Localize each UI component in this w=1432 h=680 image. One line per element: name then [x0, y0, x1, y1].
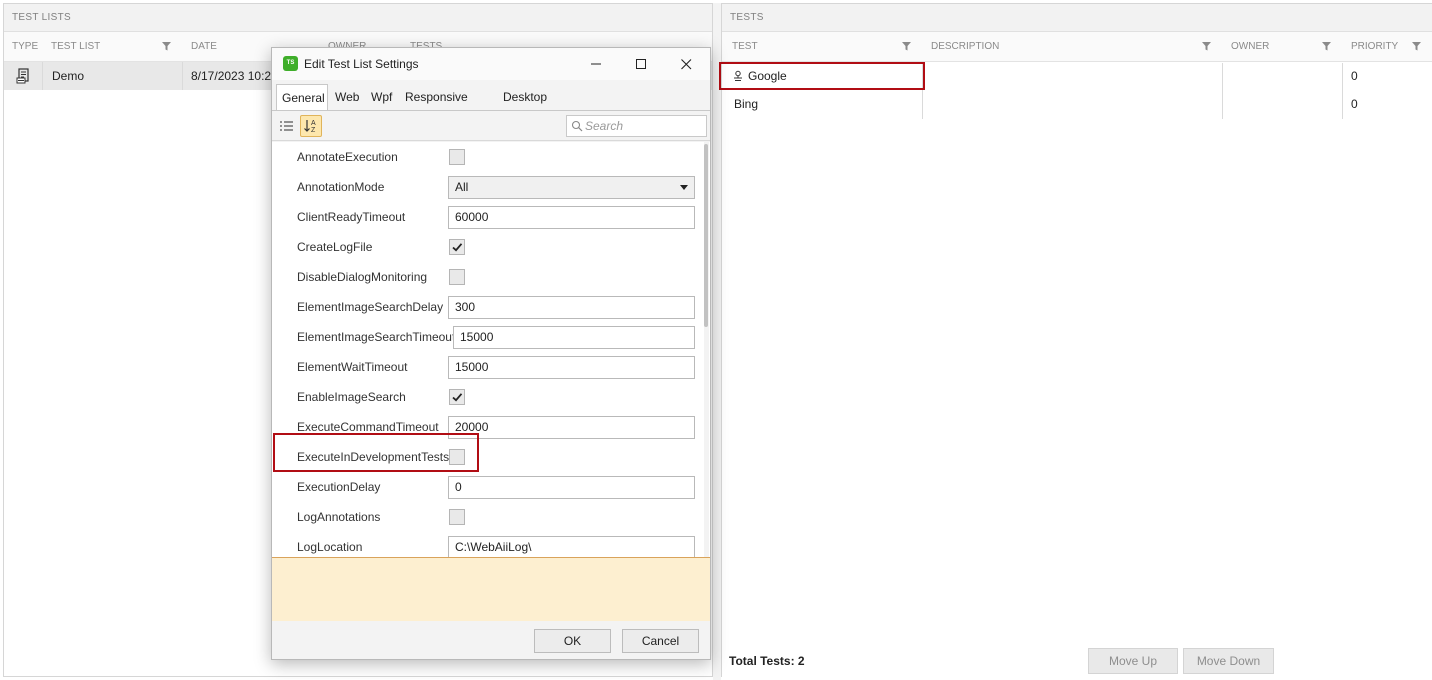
move-up-button[interactable]: Move Up [1088, 648, 1178, 674]
tests-title: TESTS [722, 4, 1432, 32]
property-name: ElementWaitTimeout [297, 360, 408, 374]
property-name: AnnotationMode [297, 180, 385, 194]
property-name: LogLocation [297, 540, 363, 554]
search-input[interactable]: Search [566, 115, 707, 137]
close-icon[interactable] [664, 52, 708, 76]
filter-icon[interactable] [1412, 42, 1421, 51]
app-logo-icon: TS [283, 56, 298, 71]
property-row: ClientReadyTimeout 60000 [272, 202, 702, 232]
ok-button[interactable]: OK [534, 629, 611, 653]
check-icon [452, 243, 463, 252]
filter-icon[interactable] [1202, 42, 1211, 51]
property-row: ExecutionDelay 0 [272, 472, 702, 502]
tab-desktop[interactable]: Desktop [498, 84, 552, 110]
property-row: EnableImageSearch [272, 382, 702, 412]
app-window: TEST LISTS TYPE TEST LIST DATE OWNER TES… [0, 0, 1432, 680]
execution-delay-field[interactable]: 0 [448, 476, 695, 499]
property-name: CreateLogFile [297, 240, 373, 254]
test-lists-title: TEST LISTS [4, 4, 712, 32]
property-row: ElementWaitTimeout 15000 [272, 352, 702, 382]
property-name: EnableImageSearch [297, 390, 406, 404]
tests-panel: TESTS TEST DESCRIPTION OWNER PRIORITY Go… [721, 3, 1432, 677]
col-owner[interactable]: OWNER [1223, 32, 1269, 62]
property-name: DisableDialogMonitoring [297, 270, 428, 284]
svg-text:Z: Z [311, 127, 316, 134]
dialog-title-bar[interactable]: TS Edit Test List Settings [272, 48, 710, 80]
test-priority: 0 [1351, 69, 1358, 83]
tab-wpf[interactable]: Wpf [366, 84, 397, 110]
test-list-date: 8/17/2023 10:27 [191, 69, 278, 83]
disable-dialog-monitoring-checkbox[interactable] [449, 269, 465, 285]
element-image-search-delay-field[interactable]: 300 [448, 296, 695, 319]
filter-icon[interactable] [902, 42, 911, 51]
col-test[interactable]: TEST [724, 32, 758, 62]
property-name: ElementImageSearchDelay [297, 300, 444, 314]
property-scrollbar-thumb[interactable] [704, 144, 708, 327]
log-annotations-checkbox[interactable] [449, 509, 465, 525]
alphabetical-sort-icon[interactable]: A Z [300, 115, 322, 137]
annotate-execution-checkbox[interactable] [449, 149, 465, 165]
property-name: ElementImageSearchTimeout [297, 330, 456, 344]
col-description[interactable]: DESCRIPTION [923, 32, 999, 62]
property-grid: AnnotateExecution AnnotationMode All Cli… [272, 142, 710, 557]
property-row: ElementImageSearchTimeout 15000 [272, 322, 702, 352]
property-name: AnnotateExecution [297, 150, 398, 164]
property-name: ClientReadyTimeout [297, 210, 406, 224]
client-ready-timeout-field[interactable]: 60000 [448, 206, 695, 229]
log-location-field[interactable]: C:\WebAiiLog\ [448, 536, 695, 557]
property-row: LogAnnotations [272, 502, 702, 532]
test-list-type-icon [8, 62, 44, 90]
test-name: Bing [734, 97, 759, 111]
test-priority: 0 [1351, 97, 1358, 111]
filter-icon[interactable] [1322, 42, 1331, 51]
create-log-file-checkbox[interactable] [449, 239, 465, 255]
description-pane [272, 557, 710, 621]
filter-icon[interactable] [162, 42, 171, 51]
search-icon [571, 120, 583, 132]
svg-text:A: A [311, 120, 316, 127]
element-image-search-timeout-field[interactable]: 15000 [453, 326, 695, 349]
test-row[interactable]: Bing 0 [722, 90, 1432, 118]
dialog-toolbar: A Z Search [272, 111, 710, 141]
dialog-title: Edit Test List Settings [304, 57, 419, 71]
property-row: DisableDialogMonitoring [272, 262, 702, 292]
tests-header: TEST DESCRIPTION OWNER PRIORITY [722, 32, 1432, 62]
edit-test-list-settings-dialog: TS Edit Test List Settings General Web W… [271, 47, 711, 660]
property-row: AnnotateExecution [272, 142, 702, 172]
move-down-button[interactable]: Move Down [1183, 648, 1274, 674]
col-date[interactable]: DATE [183, 32, 217, 62]
annotation-mode-value: All [455, 180, 469, 194]
tab-web[interactable]: Web [330, 84, 364, 110]
enable-image-search-checkbox[interactable] [449, 389, 465, 405]
splitter[interactable] [713, 3, 721, 680]
tab-responsive-web[interactable]: Responsive Web [400, 84, 473, 130]
search-placeholder: Search [585, 119, 624, 133]
execute-command-timeout-field[interactable]: 20000 [448, 416, 695, 439]
highlight-box [273, 433, 479, 472]
property-row: LogLocation C:\WebAiiLog\ [272, 532, 702, 557]
test-list-name: Demo [52, 69, 85, 83]
annotation-mode-select[interactable]: All [448, 176, 695, 199]
minimize-icon[interactable] [574, 52, 618, 76]
cell-divider [42, 62, 43, 90]
element-wait-timeout-field[interactable]: 15000 [448, 356, 695, 379]
property-row: CreateLogFile [272, 232, 702, 262]
col-priority[interactable]: PRIORITY [1343, 32, 1398, 62]
property-name: LogAnnotations [297, 510, 381, 524]
property-row: AnnotationMode All [272, 172, 702, 202]
property-name: ExecutionDelay [297, 480, 381, 494]
chevron-down-icon [680, 185, 688, 190]
check-icon [452, 393, 463, 402]
cancel-button[interactable]: Cancel [622, 629, 699, 653]
property-row: ElementImageSearchDelay 300 [272, 292, 702, 322]
categorized-view-icon[interactable] [276, 115, 298, 137]
highlight-box [719, 62, 925, 90]
col-test-list[interactable]: TEST LIST [43, 32, 100, 62]
tab-general[interactable]: General [276, 84, 328, 110]
total-tests-label: Total Tests: 2 [729, 654, 805, 668]
maximize-icon[interactable] [619, 52, 663, 76]
col-type[interactable]: TYPE [4, 32, 38, 62]
